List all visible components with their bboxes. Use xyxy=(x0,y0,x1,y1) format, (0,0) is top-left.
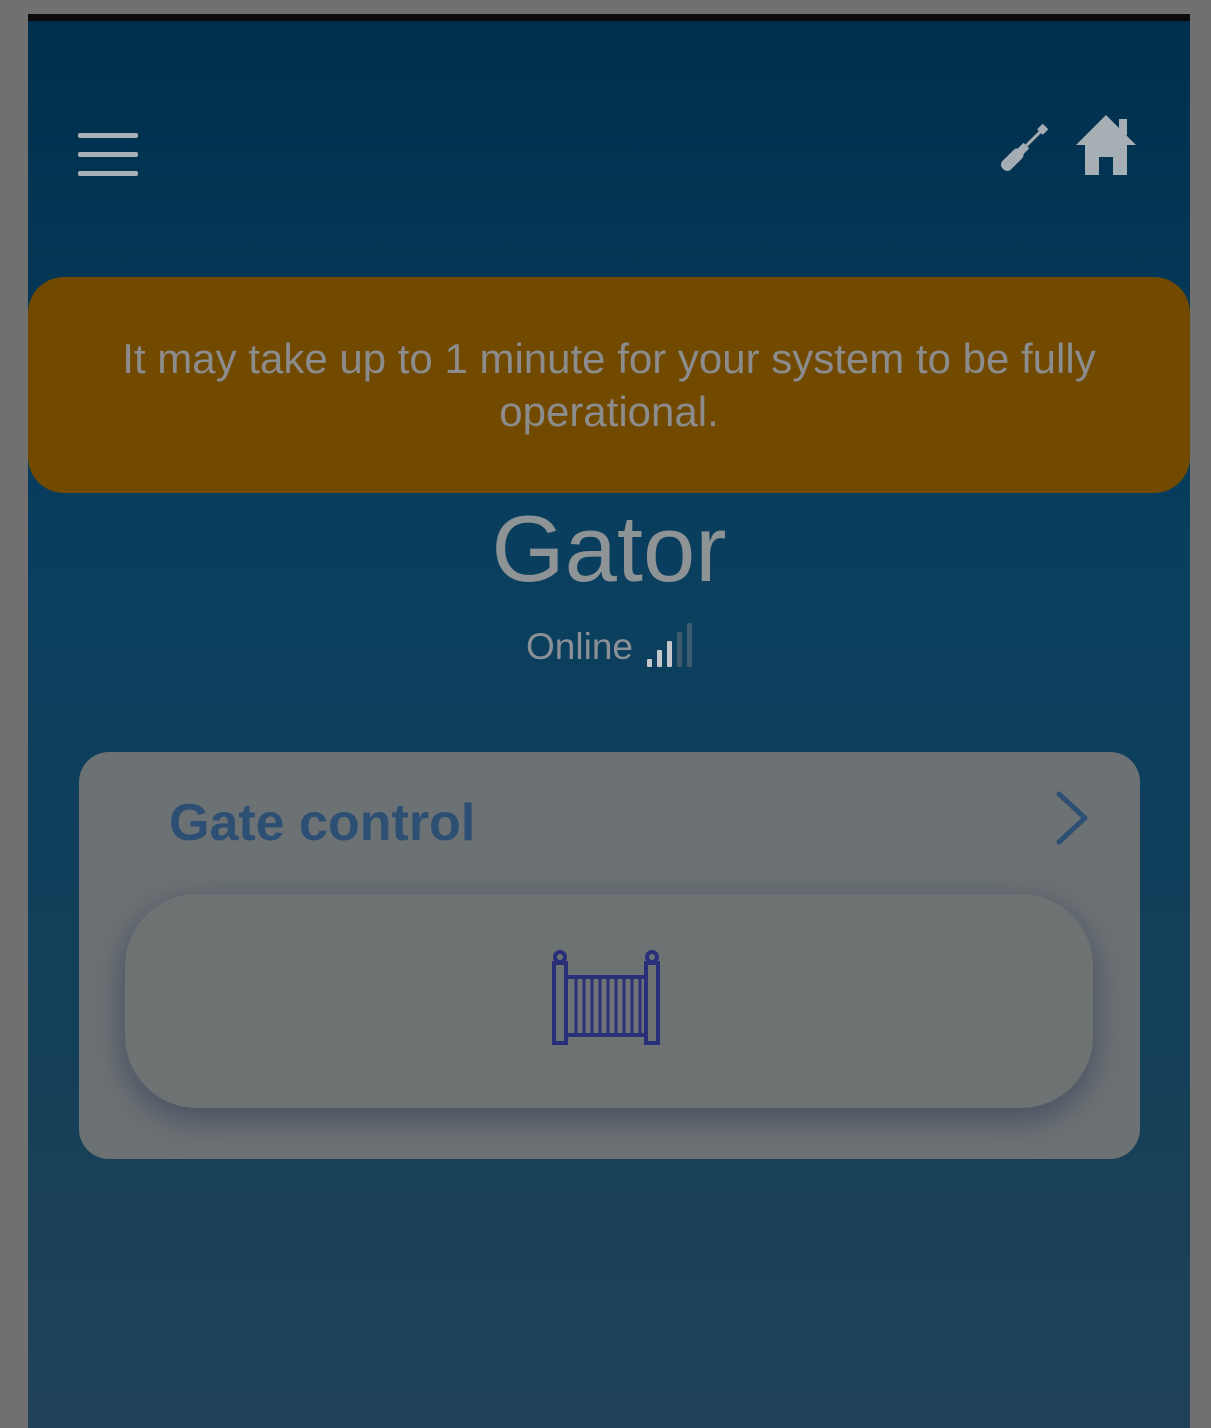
app-screen: It may take up to 1 minute for your syst… xyxy=(28,14,1190,1428)
signal-bar xyxy=(666,641,672,667)
hamburger-menu-bar xyxy=(78,171,138,176)
chevron-right-svg xyxy=(1056,791,1088,845)
gate-toggle-button[interactable] xyxy=(125,894,1093,1108)
notice-banner: It may take up to 1 minute for your syst… xyxy=(28,277,1190,493)
hamburger-menu-bar xyxy=(78,152,138,157)
device-name: Gator xyxy=(491,496,727,601)
notice-text: It may take up to 1 minute for your syst… xyxy=(122,335,1096,435)
gate-icon xyxy=(552,950,660,1045)
app-frame: It may take up to 1 minute for your syst… xyxy=(0,0,1211,1428)
signal-bar xyxy=(676,632,682,667)
signal-bar xyxy=(646,659,652,667)
status-text: Online xyxy=(526,626,633,667)
signal-strength-icon xyxy=(646,621,692,671)
gate-control-card: Gate control xyxy=(79,752,1140,1159)
gate-control-title[interactable]: Gate control xyxy=(169,792,475,854)
menu-button[interactable] xyxy=(78,133,138,177)
signal-bar xyxy=(656,650,662,667)
status-row: Online xyxy=(28,621,1190,671)
tools-button[interactable] xyxy=(994,116,1056,178)
hamburger-menu-icon xyxy=(78,133,138,138)
home-icon xyxy=(1076,115,1136,175)
home-button[interactable] xyxy=(1072,111,1140,179)
signal-bar xyxy=(686,623,692,667)
chevron-right-icon[interactable] xyxy=(1051,788,1095,848)
screwdriver-icon xyxy=(1000,124,1048,172)
